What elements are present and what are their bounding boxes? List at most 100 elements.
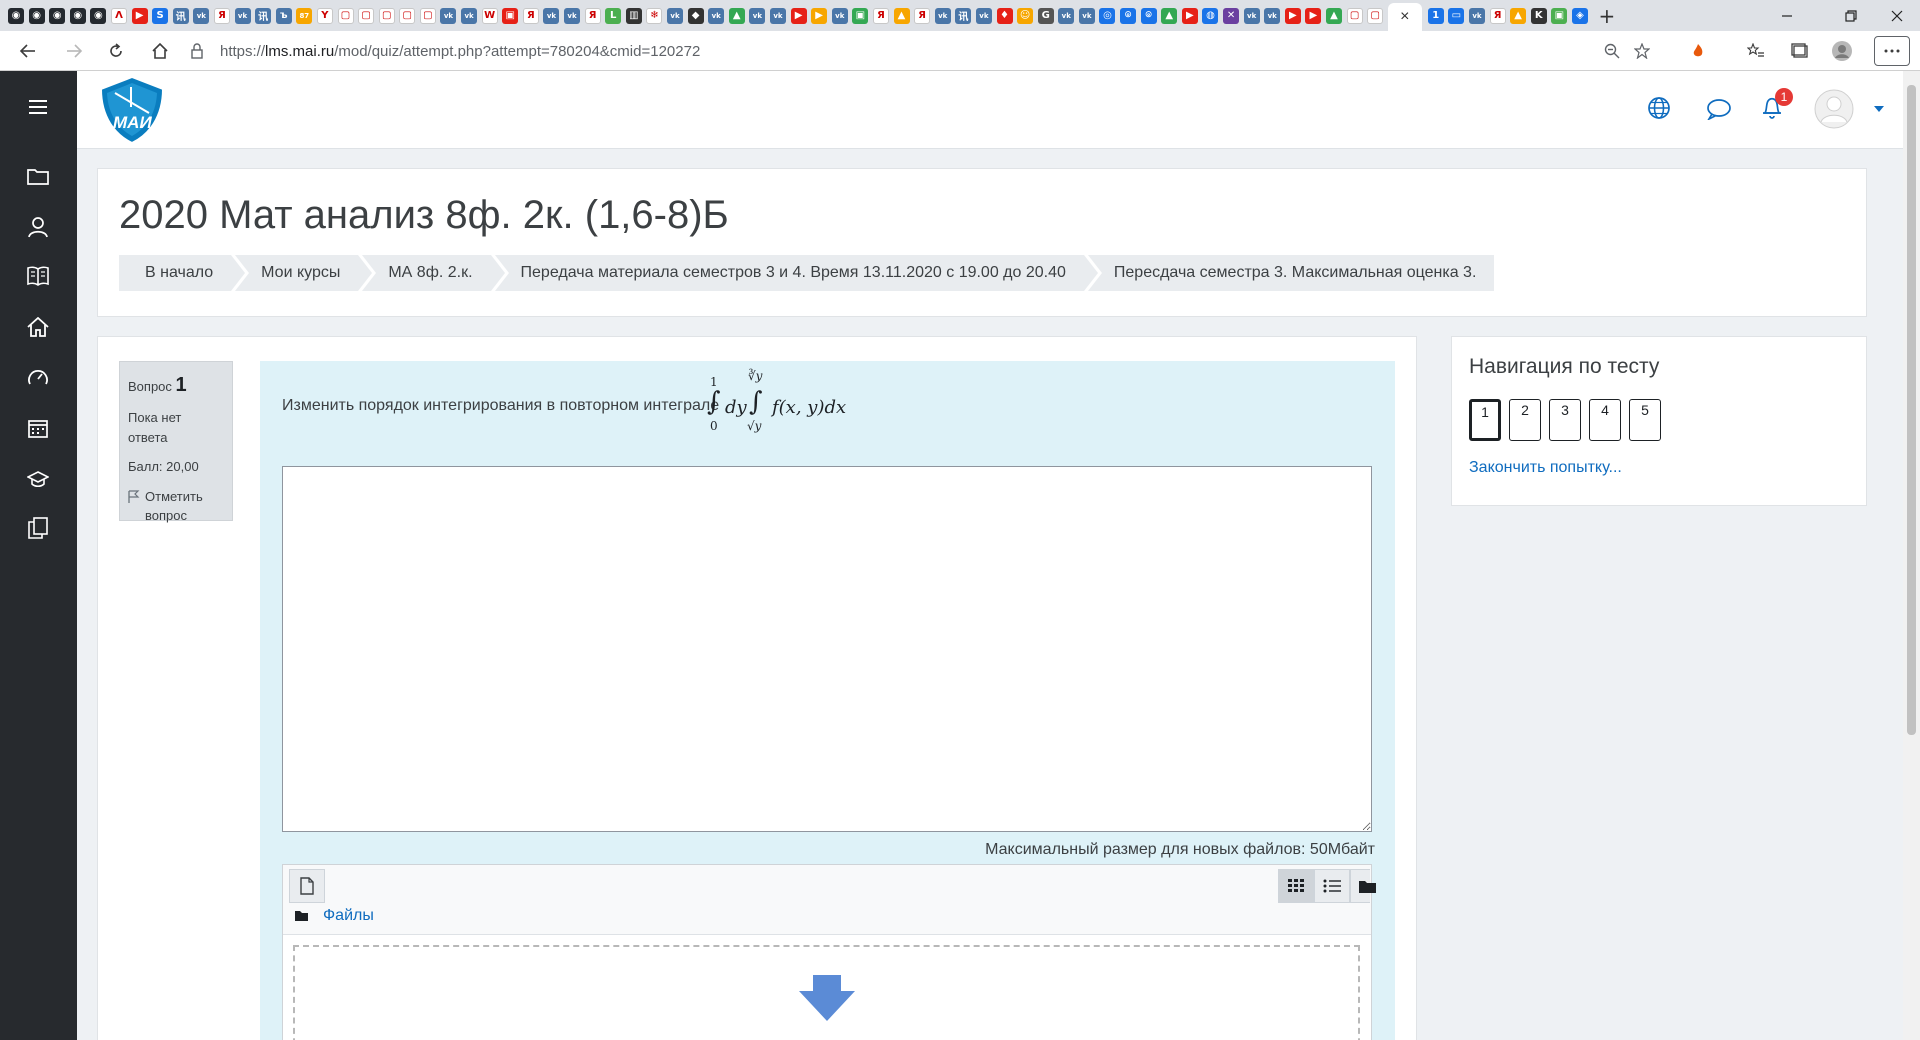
tab-favicon-41[interactable]: ▣ [852,7,869,24]
tab-favicon-38[interactable]: ▶ [790,7,807,24]
collections-button[interactable] [1782,33,1818,69]
finish-attempt-link[interactable]: Закончить попытку... [1469,459,1622,477]
tab-favicon-7[interactable]: S [152,7,169,24]
tab-favicon-48[interactable]: ♦ [996,7,1013,24]
tab-favicon-28[interactable]: Я [584,7,601,24]
tab-favicon-53[interactable]: ◎ [1099,7,1116,24]
tab-favicon-51[interactable]: vk [1058,7,1075,24]
answer-textarea[interactable] [282,466,1372,832]
breadcrumb-course[interactable]: МА 8ф. 2.к. [362,255,505,291]
tab-favicon-21[interactable]: vk [440,7,457,24]
tab-favicon-47[interactable]: vk [975,7,992,24]
language-button[interactable] [1647,96,1671,125]
close-window-button[interactable] [1874,0,1920,31]
page-scrollbar[interactable] [1903,71,1920,1040]
breadcrumb-home[interactable]: В начало [119,255,246,291]
quiz-nav-question-3[interactable]: 3 [1549,399,1581,441]
tab-favicon-61[interactable]: vk [1264,7,1281,24]
tab-favicon-1[interactable]: ◉ [28,7,45,24]
tab-favicon-right-4[interactable]: ▲ [1510,7,1527,24]
tab-favicon-30[interactable]: ▥ [625,7,642,24]
book-icon[interactable] [24,262,52,290]
tab-favicon-52[interactable]: vk [1078,7,1095,24]
home-button[interactable] [142,33,178,69]
file-drop-zone[interactable] [293,945,1360,1040]
menu-icon[interactable] [24,93,52,121]
tab-favicon-6[interactable]: ▶ [131,7,148,24]
tab-favicon-19[interactable]: ▢ [399,7,416,24]
files-icon[interactable] [24,514,52,542]
tab-favicon-63[interactable]: ▶ [1305,7,1322,24]
tab-favicon-56[interactable]: ▲ [1161,7,1178,24]
add-file-button[interactable] [289,869,325,903]
tab-favicon-39[interactable]: ▶ [811,7,828,24]
tab-favicon-32[interactable]: vk [667,7,683,24]
tab-favicon-42[interactable]: Я [872,7,889,24]
tab-favicon-55[interactable]: ⌾ [1140,7,1157,24]
tab-favicon-46[interactable]: 讯 [955,7,972,24]
tab-favicon-0[interactable]: ◉ [8,7,24,24]
tab-favicon-57[interactable]: ▶ [1181,7,1198,24]
user-menu[interactable] [1814,89,1884,134]
quiz-nav-question-4[interactable]: 4 [1589,399,1621,441]
scrollbar-thumb[interactable] [1907,85,1916,735]
home-icon[interactable] [24,313,52,341]
calendar-icon[interactable] [24,414,52,442]
tab-favicon-44[interactable]: Я [914,7,931,24]
tab-favicon-right-7[interactable]: ◈ [1571,7,1588,24]
settings-more-button[interactable] [1874,35,1910,66]
tab-favicon-2[interactable]: ◉ [49,7,66,24]
tab-favicon-9[interactable]: vk [193,7,210,24]
tab-favicon-59[interactable]: ✕ [1223,7,1240,24]
breadcrumb-my-courses[interactable]: Мои курсы [235,255,373,291]
tab-favicon-65[interactable]: ▢ [1346,7,1363,24]
tab-favicon-4[interactable]: ◉ [90,7,107,24]
tab-favicon-3[interactable]: ◉ [69,7,86,24]
tab-favicon-35[interactable]: ▲ [728,7,745,24]
tab-favicon-24[interactable]: ▣ [502,7,519,24]
mai-logo[interactable]: МАИ [97,75,167,145]
quiz-nav-question-2[interactable]: 2 [1509,399,1541,441]
tab-favicon-20[interactable]: ▢ [419,7,436,24]
view-tree-button[interactable] [1350,869,1376,903]
graduation-cap-icon[interactable] [24,465,52,493]
tab-favicon-13[interactable]: ъ [275,7,292,24]
tab-favicon-right-5[interactable]: K [1530,7,1547,24]
tab-favicon-31[interactable]: ❄ [646,7,663,24]
participants-icon[interactable] [24,213,52,241]
extension-button[interactable] [1680,33,1716,69]
reload-button[interactable] [98,33,134,69]
favorites-button[interactable] [1738,33,1774,69]
restore-button[interactable] [1828,0,1874,31]
tab-favicon-45[interactable]: vk [934,7,951,24]
tab-favicon-12[interactable]: 讯 [255,7,272,24]
forward-button[interactable] [56,33,92,69]
new-tab-button[interactable]: + [1599,4,1616,28]
view-list-button[interactable] [1314,869,1350,903]
tab-favicon-33[interactable]: ◆ [687,7,704,24]
tab-favicon-11[interactable]: vk [234,7,251,24]
tab-favicon-17[interactable]: ▢ [358,7,375,24]
tab-favicon-50[interactable]: G [1037,7,1054,24]
quiz-nav-question-5[interactable]: 5 [1629,399,1661,441]
tab-favicon-34[interactable]: vk [708,7,725,24]
breadcrumb-section[interactable]: Передача материала семестров 3 и 4. Врем… [494,255,1099,291]
tab-favicon-49[interactable]: ☺ [1017,7,1034,24]
tab-favicon-right-2[interactable]: vk [1468,7,1485,24]
messages-button[interactable] [1706,98,1732,125]
tab-favicon-26[interactable]: vk [543,7,560,24]
breadcrumb-quiz[interactable]: Пересдача семестра 3. Максимальная оценк… [1087,255,1495,291]
tab-favicon-25[interactable]: Я [522,7,539,24]
tab-favicon-64[interactable]: ▲ [1326,7,1342,24]
tab-favicon-66[interactable]: ▢ [1367,7,1384,24]
tab-favicon-18[interactable]: ▢ [378,7,395,24]
tab-favicon-43[interactable]: ▲ [893,7,910,24]
tab-favicon-62[interactable]: ▶ [1284,7,1301,24]
notifications-button[interactable]: 1 [1761,88,1793,125]
tab-favicon-16[interactable]: ▢ [337,7,354,24]
back-button[interactable] [10,33,46,69]
tab-favicon-right-0[interactable]: 1 [1427,7,1444,24]
tab-favicon-40[interactable]: vk [831,7,848,24]
tab-favicon-right-3[interactable]: Я [1489,7,1506,24]
tab-favicon-54[interactable]: ⌾ [1120,7,1137,24]
